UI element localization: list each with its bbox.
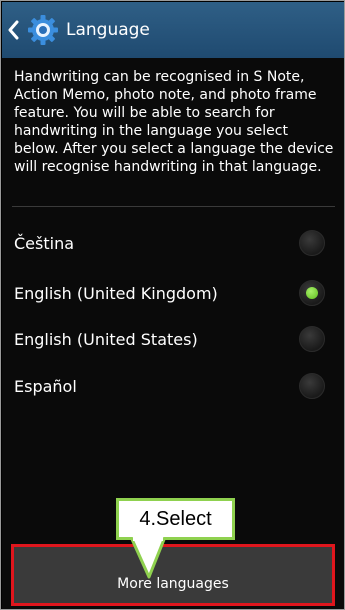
gear-icon [28,15,58,45]
chevron-left-icon [8,20,19,40]
phone-screen: Language Handwriting can be recognised i… [0,0,345,610]
radio-selected-dot [306,287,318,299]
callout-text: 4.Select [139,507,212,530]
language-option-espanol[interactable]: Español [2,361,344,411]
radio-button[interactable] [299,326,325,352]
radio-button[interactable] [299,230,325,256]
radio-button-selected[interactable] [299,280,325,306]
language-label: Español [14,376,77,396]
language-option-english-us[interactable]: English (United States) [2,314,344,364]
language-label: English (United Kingdom) [14,283,218,303]
language-option-english-uk[interactable]: English (United Kingdom) [2,268,344,318]
callout-pointer [129,537,167,579]
divider [12,206,335,207]
page-title: Language [66,20,150,40]
language-option-cestina[interactable]: Čeština [2,218,344,268]
language-label: English (United States) [14,329,198,349]
settings-app-icon[interactable] [26,13,60,47]
back-button[interactable] [2,2,26,58]
action-bar: Language [2,2,344,58]
instruction-callout: 4.Select [116,498,235,540]
more-languages-button[interactable]: More languages [11,544,335,606]
radio-button[interactable] [299,373,325,399]
language-label: Čeština [14,233,75,253]
description-text: Handwriting can be recognised in S Note,… [14,69,334,175]
